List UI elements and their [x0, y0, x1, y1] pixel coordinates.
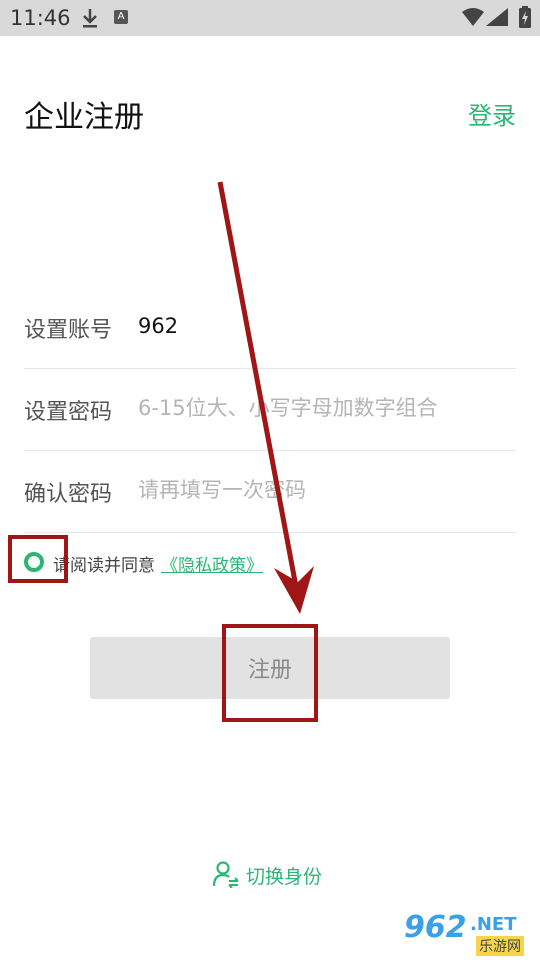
annotation-arrow [217, 181, 314, 614]
watermark-site: 乐游网 [476, 936, 524, 956]
watermark-number: 962 [404, 910, 467, 945]
watermark-suffix: .NET [470, 914, 517, 935]
watermark-logo: 962 .NET 乐游网 [400, 910, 536, 958]
